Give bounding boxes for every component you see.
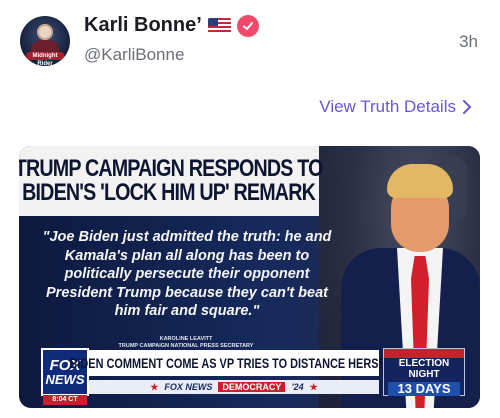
ticker-brand: FOX NEWS [164, 382, 213, 392]
news-lower-third: FOX NEWS 8:04 CT BIDEN COMMENT COME AS V… [19, 346, 480, 408]
countdown-label-2: NIGHT [408, 369, 440, 380]
hair [387, 164, 453, 198]
post-media-image[interactable]: TRUMP CAMPAIGN RESPONDS TO BIDEN'S 'LOCK… [19, 146, 480, 408]
ticker-year: '24 [291, 382, 304, 392]
headline-band: TRUMP CAMPAIGN RESPONDS TO BIDEN'S 'LOCK… [19, 146, 324, 216]
election-countdown: ELECTION NIGHT 13 DAYS [383, 348, 465, 396]
news-ticker-sub: ★ FOX NEWS DEMOCRACY '24 ★ [89, 380, 379, 394]
countdown-top [384, 349, 464, 358]
us-flag-icon [207, 18, 231, 33]
view-truth-details-link[interactable]: View Truth Details [319, 97, 472, 117]
news-ticker-main: BIDEN COMMENT COME AS VP TRIES TO DISTAN… [69, 350, 399, 376]
avatar-caption: Midnight Rider [26, 52, 64, 66]
headline-line-1: TRUMP CAMPAIGN RESPONDS TO [19, 155, 324, 182]
post-timestamp[interactable]: 3h [459, 32, 478, 52]
ticker-democracy: DEMOCRACY [218, 382, 286, 392]
broadcast-clock: 8:04 CT [43, 395, 87, 405]
star-icon: ★ [150, 381, 159, 392]
chevron-right-icon [463, 100, 472, 114]
star-icon: ★ [309, 381, 318, 392]
author-row: Karli Bonne’ [84, 14, 259, 37]
author-handle[interactable]: @KarliBonne [84, 45, 184, 65]
logo-line-2: NEWS [45, 371, 85, 387]
post-header: Midnight Rider Karli Bonne’ @KarliBonne … [0, 0, 500, 80]
verified-icon [236, 14, 259, 37]
avatar-figure-head [37, 24, 53, 40]
countdown-label-1: ELECTION [398, 358, 450, 369]
countdown-days: 13 DAYS [388, 382, 460, 396]
avatar[interactable]: Midnight Rider [20, 16, 70, 66]
view-truth-details-label: View Truth Details [319, 97, 456, 116]
headline-line-2: BIDEN'S 'LOCK HIM UP' REMARK [22, 179, 317, 206]
ticker-headline: BIDEN COMMENT COME AS VP TRIES TO DISTAN… [69, 355, 399, 371]
author-name[interactable]: Karli Bonne’ [84, 14, 202, 37]
quote-text: "Joe Biden just admitted the truth: he a… [42, 229, 332, 319]
